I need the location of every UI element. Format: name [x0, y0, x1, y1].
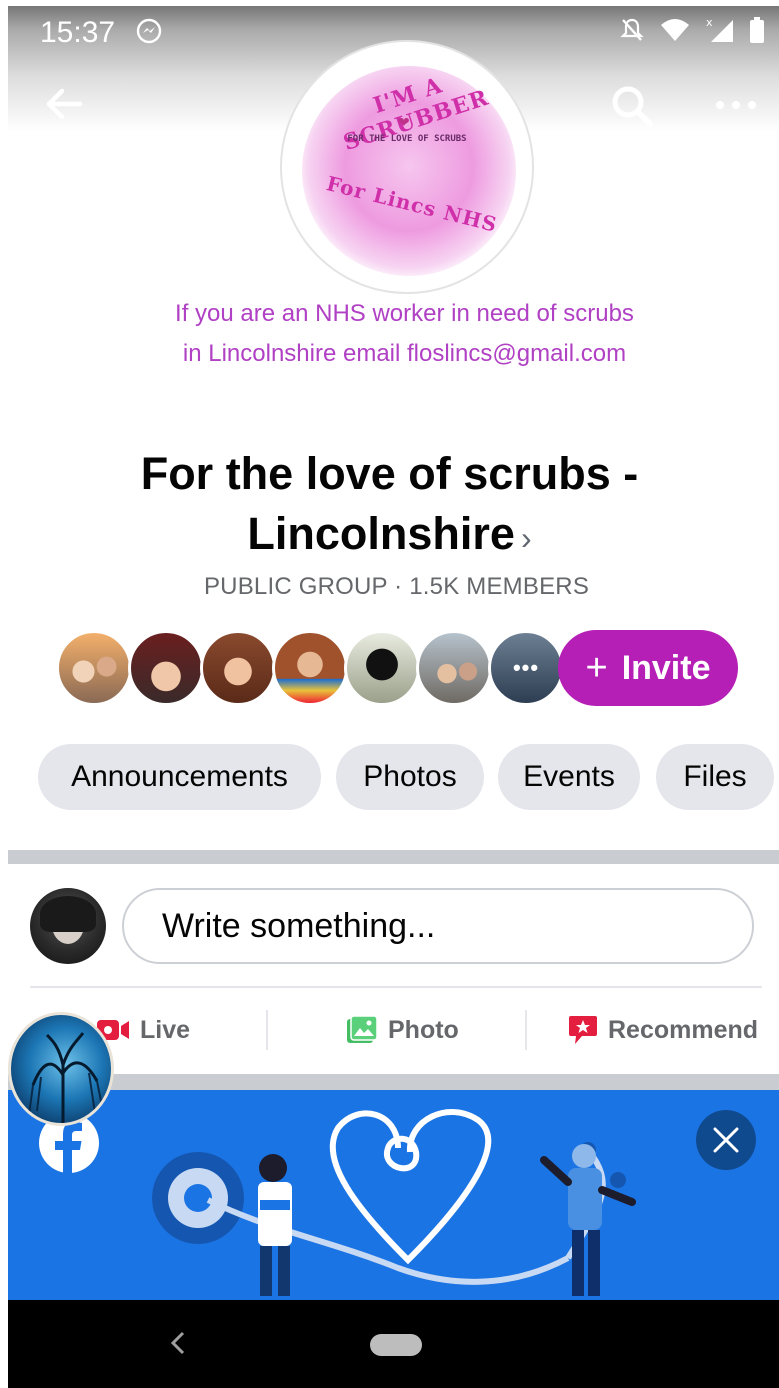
- tab-announcements[interactable]: Announcements: [38, 744, 321, 810]
- user-avatar[interactable]: [30, 888, 106, 964]
- signal-icon: x: [706, 16, 733, 42]
- close-banner-button[interactable]: [696, 1110, 756, 1170]
- battery-icon: [750, 17, 764, 43]
- cover-caption-line1: If you are an NHS worker in need of scru…: [175, 300, 634, 327]
- cover-caption-line2: in Lincolnshire email floslincs@gmail.co…: [182, 340, 627, 367]
- healthcare-illustration: [152, 1109, 636, 1296]
- system-back-icon[interactable]: [170, 1330, 186, 1356]
- action-separator: [266, 1010, 268, 1050]
- photo-label: Photo: [388, 1015, 459, 1044]
- photo-button[interactable]: Photo: [346, 1008, 459, 1052]
- recommend-button[interactable]: Recommend: [568, 1008, 758, 1052]
- group-cover[interactable]: 15:37 x I'M A SCRUBBER ❤ FOR THE LOVE OF…: [8, 6, 779, 398]
- recommend-icon: [569, 1016, 597, 1044]
- search-icon[interactable]: [610, 84, 654, 128]
- write-something-input[interactable]: Write something...: [122, 888, 754, 964]
- tab-events[interactable]: Events: [498, 744, 640, 810]
- section-divider: [8, 1074, 779, 1090]
- chevron-right-icon: ›: [520, 520, 532, 556]
- messenger-icon: [136, 18, 162, 44]
- group-tabs: Announcements Photos Events Files: [38, 744, 779, 810]
- promo-banner[interactable]: [8, 1090, 779, 1300]
- composer-separator: [30, 986, 762, 988]
- svg-text:x: x: [706, 16, 713, 29]
- avatar[interactable]: [128, 630, 204, 706]
- avatar[interactable]: [272, 630, 348, 706]
- more-options-icon[interactable]: [714, 90, 758, 120]
- group-title-line1: For the love of scrubs -: [140, 448, 639, 499]
- back-arrow-icon[interactable]: [44, 84, 84, 124]
- heart-icon: ❤: [398, 114, 410, 130]
- group-logo: I'M A SCRUBBER ❤ FOR THE LOVE OF SCRUBS …: [280, 40, 534, 294]
- status-time: 15:37: [40, 16, 116, 49]
- invite-label: Invite: [621, 648, 711, 687]
- chat-head-tree-image: [28, 1032, 104, 1123]
- composer-placeholder: Write something...: [162, 906, 436, 945]
- avatar[interactable]: [416, 630, 492, 706]
- status-icons: x: [619, 16, 765, 44]
- close-icon: [713, 1127, 739, 1153]
- cover-caption: If you are an NHS worker in need of scru…: [8, 294, 779, 374]
- recommend-label: Recommend: [608, 1015, 759, 1044]
- more-members-label: •••: [512, 655, 540, 680]
- avatar[interactable]: [200, 630, 276, 706]
- group-title-line2: Lincolnshire: [247, 508, 515, 559]
- android-nav-bar: [8, 1300, 779, 1388]
- system-home-button[interactable]: [370, 1334, 422, 1356]
- wifi-icon: [661, 19, 689, 41]
- group-title[interactable]: For the love of scrubs - Lincolnshire ›: [0, 444, 779, 568]
- plus-icon: +: [585, 646, 608, 689]
- tab-files[interactable]: Files: [656, 744, 774, 810]
- live-label: Live: [140, 1015, 191, 1044]
- section-divider: [8, 850, 779, 864]
- tab-photos[interactable]: Photos: [336, 744, 484, 810]
- logo-middle-text: FOR THE LOVE OF SCRUBS: [347, 134, 467, 144]
- action-separator: [525, 1010, 527, 1050]
- invite-button[interactable]: + Invite: [558, 630, 738, 706]
- avatar[interactable]: [56, 630, 132, 706]
- photo-icon: [347, 1015, 378, 1043]
- mute-icon: [620, 18, 644, 41]
- group-meta: PUBLIC GROUP · 1.5K MEMBERS: [203, 573, 590, 600]
- more-members-avatar[interactable]: •••: [488, 630, 564, 706]
- chat-head-avatar[interactable]: [8, 1012, 114, 1126]
- avatar[interactable]: [344, 630, 420, 706]
